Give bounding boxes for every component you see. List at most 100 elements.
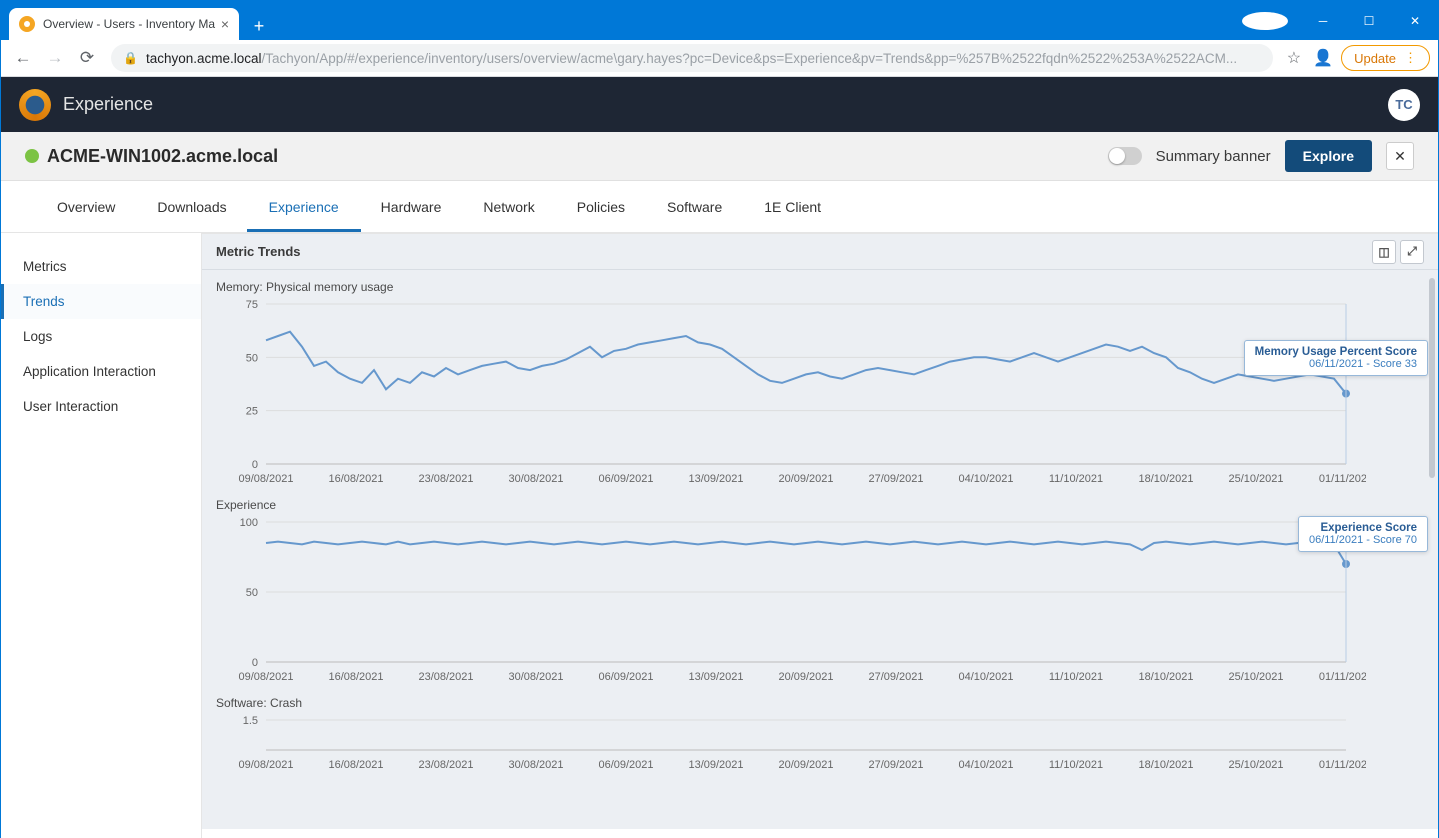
address-bar[interactable]: 🔒 tachyon.acme.local/Tachyon/App/#/exper… — [111, 44, 1273, 72]
svg-text:01/11/2021: 01/11/2021 — [1319, 473, 1366, 485]
svg-text:01/11/2021: 01/11/2021 — [1319, 671, 1366, 683]
status-dot-icon — [25, 149, 39, 163]
svg-text:23/08/2021: 23/08/2021 — [418, 671, 473, 683]
lock-icon: 🔒 — [123, 51, 138, 65]
nav-back-icon[interactable]: ← — [9, 44, 37, 72]
sidebar-item-logs[interactable]: Logs — [1, 319, 201, 354]
tab-overview[interactable]: Overview — [57, 181, 115, 232]
charts-container: Memory: Physical memory usage 0 25 50 75 09/… — [202, 270, 1438, 829]
svg-text:100: 100 — [240, 517, 258, 529]
chart-block-2: Software: Crash 1.509/08/202116/08/20212… — [216, 696, 1424, 774]
panel-title: Metric Trends — [216, 244, 301, 259]
svg-text:0: 0 — [252, 459, 258, 471]
tab-title: Overview - Users - Inventory Ma — [43, 17, 215, 31]
svg-text:0: 0 — [252, 657, 258, 669]
svg-text:16/08/2021: 16/08/2021 — [328, 759, 383, 771]
device-name: ACME-WIN1002.acme.local — [47, 146, 278, 167]
browser-tab[interactable]: Overview - Users - Inventory Ma × — [9, 8, 239, 40]
svg-text:13/09/2021: 13/09/2021 — [688, 759, 743, 771]
window-minimize[interactable]: ─ — [1300, 1, 1346, 40]
window-maximize[interactable]: ☐ — [1346, 1, 1392, 40]
expand-icon[interactable]: ⤢ — [1400, 240, 1424, 264]
svg-text:09/08/2021: 09/08/2021 — [238, 473, 293, 485]
browser-titlebar: Overview - Users - Inventory Ma × + ▾ ─ … — [1, 1, 1438, 40]
svg-text:01/11/2021: 01/11/2021 — [1319, 759, 1366, 771]
brand-title: Experience — [63, 94, 153, 115]
bookmark-star-icon[interactable]: ☆ — [1287, 48, 1301, 68]
window-controls: ▾ ─ ☐ ✕ — [1242, 1, 1438, 40]
svg-text:25/10/2021: 25/10/2021 — [1228, 759, 1283, 771]
svg-text:06/09/2021: 06/09/2021 — [598, 759, 653, 771]
tab-downloads[interactable]: Downloads — [157, 181, 226, 232]
chart-title: Memory: Physical memory usage — [216, 280, 1424, 294]
tab-1e-client[interactable]: 1E Client — [764, 181, 821, 232]
chart-0: 025507509/08/202116/08/202123/08/202130/… — [216, 298, 1366, 488]
explore-button[interactable]: Explore — [1285, 140, 1372, 172]
svg-text:18/10/2021: 18/10/2021 — [1138, 759, 1193, 771]
menu-dots-icon[interactable]: ⋮ — [1404, 50, 1417, 66]
svg-text:25: 25 — [246, 406, 258, 418]
sidebar-item-user-interaction[interactable]: User Interaction — [1, 389, 201, 424]
sidebar-item-metrics[interactable]: Metrics — [1, 249, 201, 284]
url-path: /Tachyon/App/#/experience/inventory/user… — [262, 51, 1238, 66]
svg-text:27/09/2021: 27/09/2021 — [868, 671, 923, 683]
scrollbar-thumb[interactable] — [1429, 278, 1435, 478]
tab-close-icon[interactable]: × — [221, 16, 229, 32]
tab-software[interactable]: Software — [667, 181, 722, 232]
chart-block-1: Experience 0 50 100 09/08/2021 16/08/2021 23/… — [216, 498, 1424, 686]
svg-text:04/10/2021: 04/10/2021 — [958, 759, 1013, 771]
sidebar-item-trends[interactable]: Trends — [1, 284, 201, 319]
new-tab-button[interactable]: + — [245, 12, 273, 40]
svg-text:1.5: 1.5 — [243, 715, 258, 727]
update-button[interactable]: Update⋮ — [1341, 45, 1430, 71]
svg-text:23/08/2021: 23/08/2021 — [418, 759, 473, 771]
svg-text:13/09/2021: 13/09/2021 — [688, 671, 743, 683]
svg-text:06/09/2021: 06/09/2021 — [598, 671, 653, 683]
tabs-row: Overview Downloads Experience Hardware Netwo… — [1, 181, 1438, 233]
svg-text:16/08/2021: 16/08/2021 — [328, 473, 383, 485]
svg-text:18/10/2021: 18/10/2021 — [1138, 473, 1193, 485]
main-area: MetricsTrendsLogsApplication Interaction… — [1, 233, 1438, 838]
panel-header: Metric Trends ◫ ⤢ — [202, 234, 1438, 270]
tab-policies[interactable]: Policies — [577, 181, 625, 232]
summary-banner-label: Summary banner — [1156, 148, 1271, 165]
nav-reload-icon[interactable]: ⟳ — [73, 44, 101, 72]
svg-text:20/09/2021: 20/09/2021 — [778, 671, 833, 683]
url-host: tachyon.acme.local — [146, 51, 262, 66]
svg-text:50: 50 — [246, 587, 258, 599]
summary-banner-toggle[interactable] — [1108, 147, 1142, 165]
chart-title: Software: Crash — [216, 696, 1424, 710]
close-panel-button[interactable]: ✕ — [1386, 142, 1414, 170]
chart-title: Experience — [216, 498, 1424, 512]
svg-text:09/08/2021: 09/08/2021 — [238, 671, 293, 683]
profile-icon[interactable]: 👤 — [1309, 44, 1337, 72]
user-avatar[interactable]: TC — [1388, 89, 1420, 121]
tab-experience[interactable]: Experience — [269, 181, 339, 232]
brand-logo-icon — [19, 89, 51, 121]
browser-toolbar: ← → ⟳ 🔒 tachyon.acme.local/Tachyon/App/#… — [1, 40, 1438, 77]
callout-memory: Memory Usage Percent Score06/11/2021 - S… — [1244, 340, 1428, 376]
svg-text:25/10/2021: 25/10/2021 — [1228, 473, 1283, 485]
svg-text:11/10/2021: 11/10/2021 — [1049, 759, 1103, 771]
tab-favicon — [19, 16, 35, 32]
tab-search-icon[interactable]: ▾ — [1242, 12, 1288, 30]
svg-text:75: 75 — [246, 299, 258, 311]
svg-text:27/09/2021: 27/09/2021 — [868, 759, 923, 771]
chart-2: 1.509/08/202116/08/202123/08/202130/08/2… — [216, 714, 1366, 774]
layout-toggle-icon[interactable]: ◫ — [1372, 240, 1396, 264]
svg-text:30/08/2021: 30/08/2021 — [508, 759, 563, 771]
sidebar-item-application-interaction[interactable]: Application Interaction — [1, 354, 201, 389]
svg-text:23/08/2021: 23/08/2021 — [418, 473, 473, 485]
svg-text:50: 50 — [246, 352, 258, 364]
svg-text:16/08/2021: 16/08/2021 — [328, 671, 383, 683]
svg-text:20/09/2021: 20/09/2021 — [778, 473, 833, 485]
app-header: Experience TC — [1, 77, 1438, 132]
tab-hardware[interactable]: Hardware — [381, 181, 442, 232]
device-bar: ACME-WIN1002.acme.local Summary banner E… — [1, 132, 1438, 181]
svg-text:27/09/2021: 27/09/2021 — [868, 473, 923, 485]
tab-network[interactable]: Network — [483, 181, 534, 232]
window-close[interactable]: ✕ — [1392, 1, 1438, 40]
svg-text:18/10/2021: 18/10/2021 — [1138, 671, 1193, 683]
chart-block-0: Memory: Physical memory usage 0 25 50 75 09/… — [216, 280, 1424, 488]
svg-text:25/10/2021: 25/10/2021 — [1228, 671, 1283, 683]
